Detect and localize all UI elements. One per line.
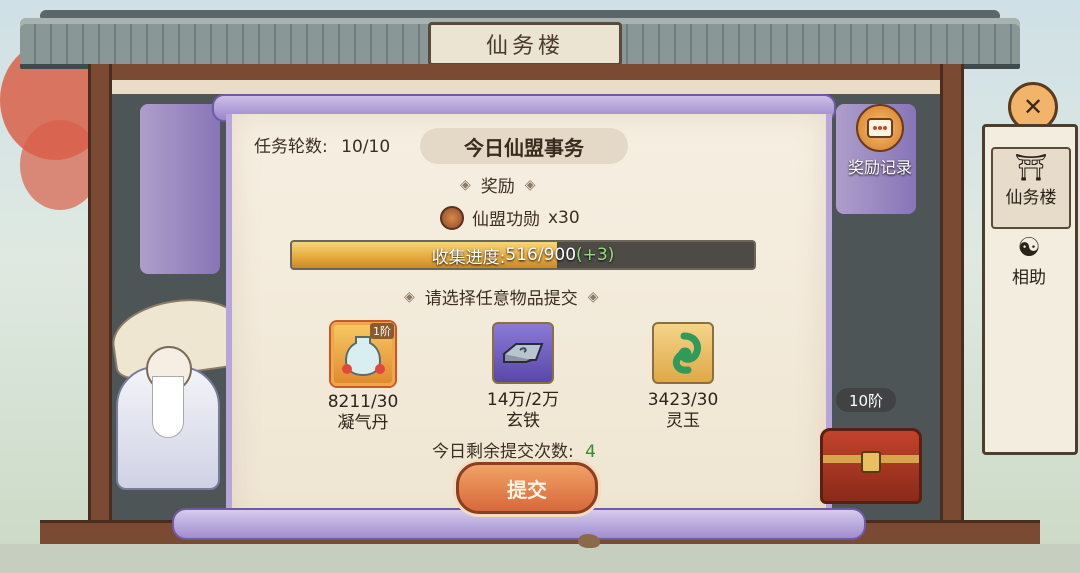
item-tier-tag: 1阶 xyxy=(370,323,394,339)
reward-record-label[interactable]: 奖励记录 xyxy=(848,158,912,177)
pillar-right xyxy=(940,64,964,534)
side-tab-panel: ⛩ 仙务楼 ☯ 相助 xyxy=(982,124,1078,455)
reward-label: 奖励 xyxy=(480,177,515,197)
item-slot-lingyu[interactable]: 3423/30 灵玉 xyxy=(628,322,738,432)
item-name: 灵玉 xyxy=(666,411,700,431)
reward-record-button[interactable]: 奖励记录 xyxy=(840,104,920,178)
submit-section-text: 请选择任意物品提交 xyxy=(424,289,578,309)
ornament-icon: ◈ xyxy=(524,176,536,193)
submit-section-label: ◈ 请选择任意物品提交 ◈ xyxy=(404,284,599,310)
task-round-value: 10/10 xyxy=(341,137,391,157)
remaining-label: 今日剩余提交次数: xyxy=(432,442,574,462)
item-count: 3423/30 xyxy=(647,390,719,410)
remaining-submissions: 今日剩余提交次数: 4 xyxy=(432,437,596,462)
chest-lock xyxy=(861,451,881,473)
reward-item-name: 仙盟功勋 xyxy=(472,210,540,230)
tab-label: 相助 xyxy=(1012,268,1046,288)
sparrow-icon xyxy=(578,534,600,548)
chest-tier-badge: 10阶 xyxy=(836,388,896,412)
ground xyxy=(0,544,1080,573)
sage-character xyxy=(96,336,236,490)
task-round: 任务轮数: 10/10 xyxy=(254,132,390,157)
item-count: 14万/2万 xyxy=(486,390,560,410)
item-name: 玄铁 xyxy=(506,411,540,431)
progress-text: 收集进度: 516/900 (+3) xyxy=(292,242,754,268)
remaining-value: 4 xyxy=(585,442,596,462)
jade-icon[interactable] xyxy=(652,322,714,384)
task-round-label: 任务轮数: xyxy=(254,137,328,157)
ornament-icon: ◈ xyxy=(460,176,471,193)
ornament-icon: ◈ xyxy=(587,288,599,305)
item-count: 8211/30 xyxy=(327,392,399,412)
pavilion-icon: ⛩ xyxy=(1014,153,1048,183)
reward-item: 仙盟功勋 x30 xyxy=(440,205,580,230)
progress-label: 收集进度: xyxy=(431,247,506,268)
item-slot-ningqidan[interactable]: 1阶 8211/30 凝气丹 xyxy=(308,322,418,434)
reward-item-qty: x30 xyxy=(548,207,580,228)
submit-button[interactable]: 提交 xyxy=(456,462,598,514)
item-slot-xuantie[interactable]: 14万/2万 玄铁 xyxy=(468,322,578,432)
progress-bonus: (+3) xyxy=(576,245,615,265)
tab-label: 仙务楼 xyxy=(1005,188,1057,208)
task-heading: 今日仙盟事务 xyxy=(420,128,628,164)
ornament-icon: ◈ xyxy=(404,288,415,305)
sage-beard xyxy=(152,376,184,438)
collection-progress-bar: 收集进度: 516/900 (+3) xyxy=(290,240,756,270)
helper-icon: ☯ xyxy=(1017,233,1041,263)
progress-value: 516/900 xyxy=(505,245,577,265)
page-title: 仙务楼 xyxy=(428,22,622,66)
iron-ingot-icon[interactable] xyxy=(492,322,554,384)
curtain-left xyxy=(140,104,220,274)
reward-section-label: ◈ 奖励 ◈ xyxy=(460,172,536,198)
vase-icon[interactable]: 1阶 xyxy=(331,322,395,386)
tab-xianwulou[interactable]: ⛩ 仙务楼 xyxy=(991,147,1071,229)
item-name: 凝气丹 xyxy=(337,413,389,433)
treasure-chest-icon[interactable] xyxy=(820,428,922,504)
tab-xiangzhu[interactable]: ☯ 相助 xyxy=(991,229,1067,307)
merit-medal-icon xyxy=(440,205,464,230)
reward-record-icon[interactable] xyxy=(856,104,904,152)
